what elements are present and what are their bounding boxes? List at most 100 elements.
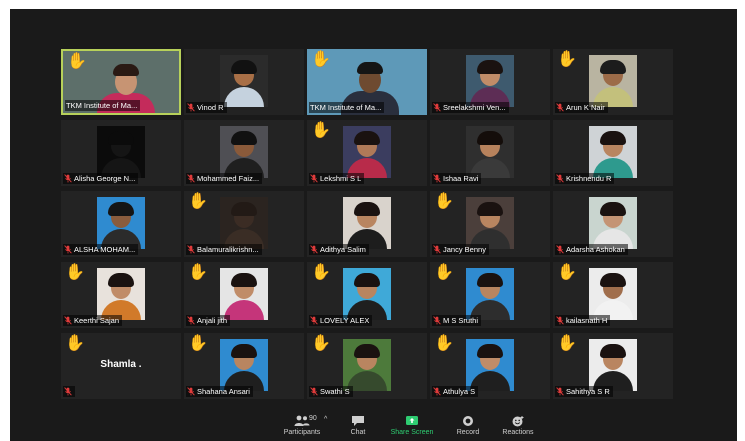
participant-video <box>466 55 514 107</box>
participant-name-bar: Arun K Nair <box>555 102 608 113</box>
participant-name: Balamuralikrishn... <box>197 245 259 254</box>
participant-tile[interactable]: ✋ TKM Institute of Ma... <box>307 49 427 115</box>
participant-tile[interactable]: Sreelakshmi Ven... <box>430 49 550 115</box>
muted-mic-icon <box>556 316 564 325</box>
participants-label: Participants <box>283 429 321 436</box>
record-icon <box>463 416 473 426</box>
raised-hand-icon: ✋ <box>434 264 454 281</box>
participant-name: Krishnendu R <box>566 174 612 183</box>
participant-name-bar: Shahana Ansari <box>186 386 253 397</box>
muted-mic-icon <box>310 387 318 396</box>
participant-tile[interactable]: ✋ Arun K Nair <box>553 49 673 115</box>
participant-tile[interactable]: Mohammed Faiz... <box>184 120 304 186</box>
participant-name: Sreelakshmi Ven... <box>443 103 506 112</box>
participant-video <box>589 268 637 320</box>
participant-name: Mohammed Faiz... <box>197 174 260 183</box>
muted-mic-icon <box>187 174 195 183</box>
muted-mic-icon <box>187 316 195 325</box>
muted-mic-icon <box>310 316 318 325</box>
participant-name-bar: Sahithya S R <box>555 386 613 397</box>
muted-mic-icon <box>64 245 72 254</box>
participant-name: TKM Institute of Ma... <box>66 101 138 110</box>
participant-name: Jancy Benny <box>443 245 486 254</box>
participant-video <box>343 268 391 320</box>
muted-mic-icon <box>433 245 441 254</box>
share-screen-button[interactable]: Share Screen <box>382 415 442 437</box>
participant-name: Swathi S <box>320 387 350 396</box>
raised-hand-icon: ✋ <box>311 122 331 139</box>
participant-name: M S Sruthi <box>443 316 479 325</box>
participant-name-bar: Ishaa Ravi <box>432 173 482 184</box>
participant-video <box>466 268 514 320</box>
participant-name-bar: Mohammed Faiz... <box>186 173 263 184</box>
participant-video <box>220 55 268 107</box>
muted-mic-icon <box>556 174 564 183</box>
participant-tile[interactable]: ✋ Jancy Benny <box>430 191 550 257</box>
participant-tile[interactable]: Adithya Salim <box>307 191 427 257</box>
muted-mic-icon <box>64 387 72 396</box>
reactions-label: Reactions <box>502 429 534 436</box>
participant-tile[interactable]: ✋ Anjali jith <box>184 262 304 328</box>
participant-tile[interactable]: ✋ LOVELY ALEX <box>307 262 427 328</box>
participant-tile[interactable]: ✋ TKM Institute of Ma... <box>61 49 181 115</box>
participant-name: Keerthi Sajan <box>74 316 120 325</box>
participant-tile[interactable]: ✋ Shahana Ansari <box>184 333 304 399</box>
participants-caret-icon[interactable]: ^ <box>324 416 327 423</box>
raised-hand-icon: ✋ <box>311 335 331 352</box>
participant-tile[interactable]: ✋ Balamuralikrishn... <box>184 191 304 257</box>
participant-name-bar: Swathi S <box>309 386 353 397</box>
participant-video <box>220 268 268 320</box>
participant-name: Alisha George N... <box>74 174 136 183</box>
participant-tile[interactable]: Krishnendu R <box>553 120 673 186</box>
participant-video <box>466 197 514 249</box>
raised-hand-icon: ✋ <box>65 335 85 352</box>
participant-name-bar: Jancy Benny <box>432 244 489 255</box>
participant-tile[interactable]: ✋ Swathi S <box>307 333 427 399</box>
share-screen-label: Share Screen <box>390 429 434 436</box>
reactions-button[interactable]: Reactions <box>488 415 548 437</box>
participants-count: 90 <box>309 415 317 422</box>
muted-mic-icon <box>556 245 564 254</box>
participant-tile[interactable]: Alisha George N... <box>61 120 181 186</box>
participant-name: Adithya Salim <box>320 245 366 254</box>
participant-tile[interactable]: ✋ kailasnath H <box>553 262 673 328</box>
participant-video <box>466 126 514 178</box>
participant-tile[interactable]: Adarsha Ashokan <box>553 191 673 257</box>
muted-mic-icon <box>433 387 441 396</box>
participants-button[interactable]: 90 ^ Participants <box>272 415 332 437</box>
participant-tile[interactable]: ✋ Keerthi Sajan <box>61 262 181 328</box>
participant-tile[interactable]: Shamla . ✋ <box>61 333 181 399</box>
chat-button[interactable]: Chat <box>328 415 388 437</box>
participant-center-name: Shamla . <box>100 359 142 370</box>
meeting-window: ✋ TKM Institute of Ma... Vinod R ✋ TKM Insti… <box>10 9 737 441</box>
participant-name-bar: Adithya Salim <box>309 244 369 255</box>
participant-tile[interactable]: Ishaa Ravi <box>430 120 550 186</box>
participant-video <box>466 339 514 391</box>
participant-tile[interactable]: Vinod R <box>184 49 304 115</box>
participant-name-bar: Anjali jith <box>186 315 231 326</box>
muted-mic-icon <box>310 245 318 254</box>
muted-mic-icon <box>187 103 195 112</box>
participant-tile[interactable]: ✋ Athulya S <box>430 333 550 399</box>
muted-mic-icon <box>556 387 564 396</box>
participant-name: Anjali jith <box>197 316 228 325</box>
participant-tile[interactable]: ✋ Sahithya S R <box>553 333 673 399</box>
meeting-toolbar: 90 ^ Participants Chat Share Screen Reco… <box>10 413 737 441</box>
participant-tile[interactable]: ✋ M S Sruthi <box>430 262 550 328</box>
participant-name: LOVELY ALEX <box>320 316 370 325</box>
participant-video <box>97 126 145 178</box>
muted-mic-icon <box>433 316 441 325</box>
participant-name: Lekshmi S L <box>320 174 362 183</box>
participant-tile[interactable]: ✋ Lekshmi S L <box>307 120 427 186</box>
participant-name-bar: TKM Institute of Ma... <box>65 100 141 111</box>
muted-mic-icon <box>187 245 195 254</box>
participant-video <box>343 126 391 178</box>
participant-tile[interactable]: ALSHA MOHAM... <box>61 191 181 257</box>
muted-mic-icon <box>433 174 441 183</box>
raised-hand-icon: ✋ <box>311 264 331 281</box>
muted-mic-icon <box>433 103 441 112</box>
participant-name-bar: ALSHA MOHAM... <box>63 244 139 255</box>
raised-hand-icon: ✋ <box>557 51 577 68</box>
participant-name-bar: Vinod R <box>186 102 227 113</box>
muted-mic-icon <box>310 174 318 183</box>
